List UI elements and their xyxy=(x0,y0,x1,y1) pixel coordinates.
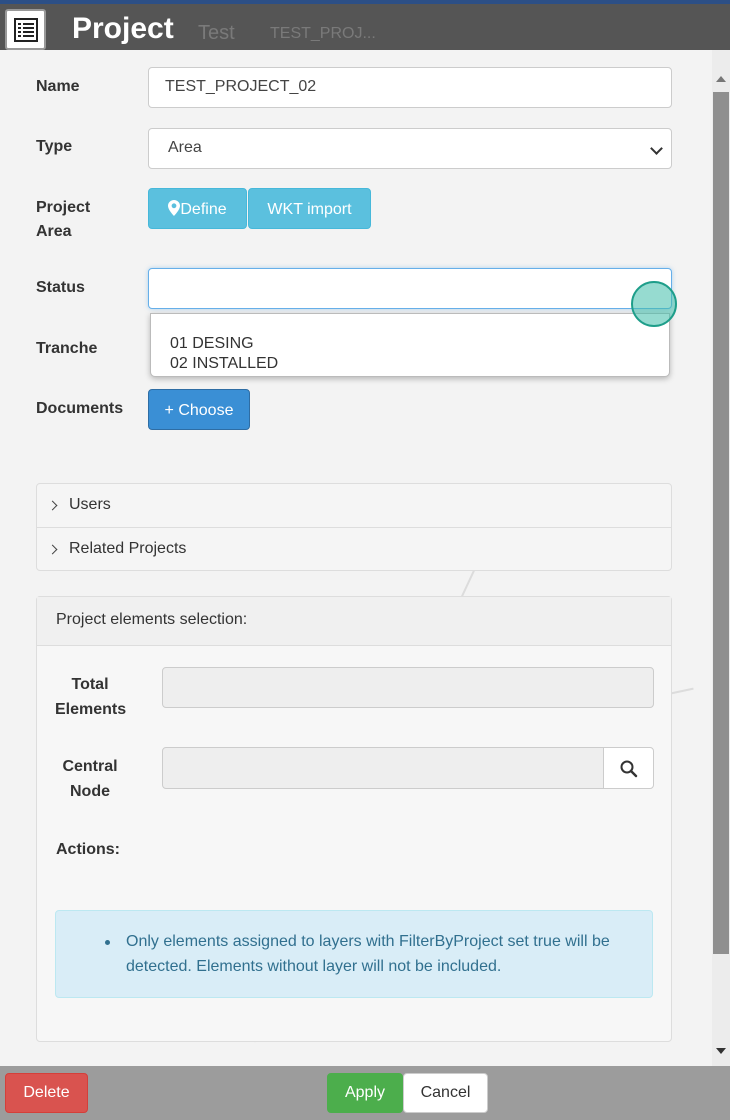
central-node-field[interactable] xyxy=(162,747,604,789)
bullet-icon xyxy=(105,940,110,945)
project-form: Name TEST_PROJECT_02 Type Area Project A… xyxy=(0,50,712,1066)
related-projects-section-label: Related Projects xyxy=(69,540,187,557)
project-area-label-line1: Project xyxy=(36,199,91,216)
status-dropdown-list: 01 DESING 02 INSTALLED xyxy=(150,313,670,377)
scrollbar-thumb[interactable] xyxy=(713,92,729,954)
status-select[interactable] xyxy=(148,268,672,309)
cancel-button[interactable]: Cancel xyxy=(403,1073,488,1113)
project-area-label-line2: Area xyxy=(36,223,72,240)
related-projects-section-toggle[interactable]: Related Projects xyxy=(37,527,671,570)
title-bar: Test TEST_PROJ... Project xyxy=(0,4,730,50)
touch-cursor-indicator xyxy=(631,281,677,327)
central-node-label-line1: Central xyxy=(62,758,118,775)
actions-label: Actions: xyxy=(56,841,120,858)
total-elements-label: Total Elements xyxy=(55,672,127,722)
choose-documents-button[interactable]: + Choose xyxy=(148,389,250,430)
tranche-label: Tranche xyxy=(36,340,98,357)
status-option-02-installed[interactable]: 02 INSTALLED xyxy=(170,354,278,374)
delete-button[interactable]: Delete xyxy=(5,1073,88,1113)
dialog-title: Project xyxy=(72,12,174,45)
map-marker-icon xyxy=(168,200,181,216)
chevron-right-icon xyxy=(47,500,58,511)
type-select-value: Area xyxy=(168,139,202,156)
central-node-search-button[interactable] xyxy=(603,747,654,789)
scroll-down-arrow-icon[interactable] xyxy=(716,1048,726,1054)
total-elements-label-line1: Total xyxy=(71,676,109,693)
vertical-scrollbar[interactable] xyxy=(712,50,730,1066)
chevron-right-icon xyxy=(47,544,58,555)
info-alert-text: Only elements assigned to layers with Fi… xyxy=(126,933,610,975)
define-button[interactable]: Define xyxy=(148,188,247,229)
status-label: Status xyxy=(36,279,85,296)
total-elements-field[interactable] xyxy=(162,667,654,708)
wkt-import-button[interactable]: WKT import xyxy=(248,188,371,229)
type-select[interactable]: Area xyxy=(148,128,672,169)
users-section-label: Users xyxy=(69,496,111,513)
info-alert: Only elements assigned to layers with Fi… xyxy=(55,910,653,998)
background-tab-test-proj: TEST_PROJ... xyxy=(270,25,376,42)
background-tab-test: Test xyxy=(198,22,235,44)
documents-label: Documents xyxy=(36,400,124,417)
status-option-01-desing[interactable]: 01 DESING xyxy=(170,334,254,354)
panel-heading: Project elements selection: xyxy=(37,597,671,646)
users-section-toggle[interactable]: Users xyxy=(37,484,671,527)
apply-button[interactable]: Apply xyxy=(327,1073,403,1113)
accordion: Users Related Projects xyxy=(36,483,672,571)
name-input[interactable]: TEST_PROJECT_02 xyxy=(148,67,672,108)
central-node-label: Central Node xyxy=(55,754,125,804)
name-label: Name xyxy=(36,78,80,95)
list-icon[interactable] xyxy=(5,9,46,50)
search-icon xyxy=(620,760,638,778)
chevron-down-icon xyxy=(650,142,663,155)
project-area-label: Project Area xyxy=(36,196,90,244)
type-label: Type xyxy=(36,138,73,155)
scroll-up-arrow-icon[interactable] xyxy=(716,76,726,82)
central-node-label-line2: Node xyxy=(70,783,110,800)
define-button-label: Define xyxy=(180,201,227,218)
project-elements-panel: Project elements selection: Total Elemen… xyxy=(36,596,672,1042)
total-elements-label-line2: Elements xyxy=(55,701,127,718)
dialog-footer: Delete Apply Cancel xyxy=(0,1066,730,1120)
